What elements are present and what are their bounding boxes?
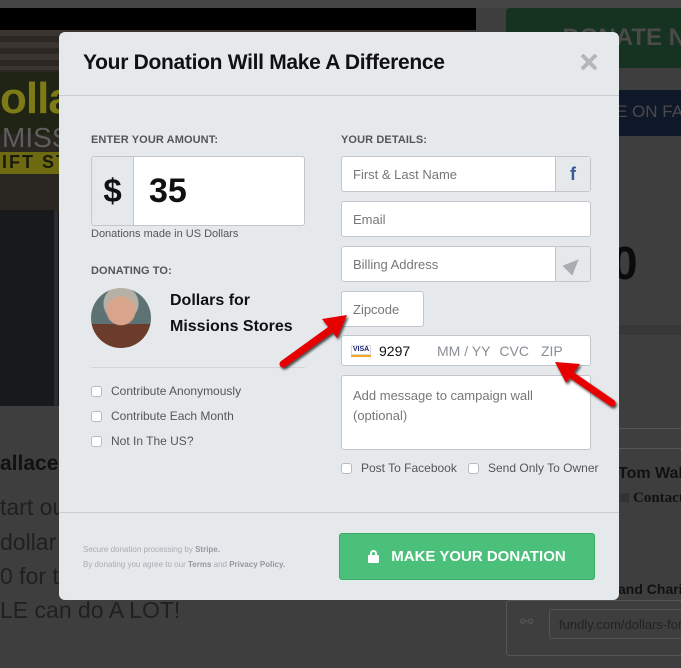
option-label: Contribute Anonymously [111, 384, 242, 398]
card-expiry-input[interactable]: MM / YY [437, 343, 490, 359]
location-arrow-icon [562, 254, 584, 276]
legal-line-1: Secure donation processing by Stripe. [83, 542, 285, 557]
option-label: Send Only To Owner [488, 461, 599, 475]
contribute-monthly-option[interactable]: Contribute Each Month [91, 409, 234, 423]
amount-input[interactable] [134, 157, 304, 225]
facebook-connect-button[interactable]: f [555, 157, 590, 191]
close-icon[interactable] [579, 52, 599, 72]
facebook-icon: f [570, 163, 576, 184]
legal-text: Secure donation processing by [83, 545, 196, 554]
legal-text: and [211, 560, 230, 569]
divider [91, 367, 305, 368]
card-cvc-input[interactable]: CVC [499, 343, 529, 359]
terms-link[interactable]: Terms [188, 560, 211, 569]
share-url-field: fundly.com/dollars-for- [549, 609, 681, 639]
donation-modal: Your Donation Will Make A Difference ENT… [59, 32, 619, 600]
your-details-label: YOUR DETAILS: [341, 134, 428, 146]
card-number-value[interactable]: 9297 [379, 343, 437, 359]
not-in-us-option[interactable]: Not In The US? [91, 434, 194, 448]
contribute-anonymously-checkbox[interactable] [91, 385, 102, 397]
post-to-facebook-checkbox[interactable] [341, 462, 352, 474]
campaign-description-line: LE can do A LOT! [0, 597, 181, 623]
campaign-description-line: dollar [0, 529, 57, 555]
make-donation-label: MAKE YOUR DONATION [391, 548, 566, 565]
lock-icon [368, 550, 380, 563]
page-top-bar [0, 0, 681, 8]
zipcode-field-group [341, 291, 424, 327]
legal-notice: Secure donation processing by Stripe. By… [83, 542, 285, 572]
contact-link: Contact [620, 490, 681, 507]
send-only-to-owner-checkbox[interactable] [468, 462, 479, 474]
divider [59, 512, 619, 513]
stripe-link[interactable]: Stripe. [195, 545, 220, 554]
campaign-title: allace [0, 452, 59, 475]
campaign-description-line: tart ou [0, 494, 66, 520]
legal-line-2: By donating you agree to our Terms and P… [83, 557, 285, 572]
card-zip-input[interactable]: ZIP [541, 343, 563, 359]
locate-me-button[interactable] [555, 247, 590, 281]
amount-label: ENTER YOUR AMOUNT: [91, 134, 219, 146]
legal-text: By donating you agree to our [83, 560, 188, 569]
billing-address-input[interactable] [342, 247, 556, 281]
donating-to-label: DONATING TO: [91, 265, 172, 277]
recipient-name: Dollars for Missions Stores [170, 292, 293, 335]
option-label: Contribute Each Month [111, 409, 234, 423]
email-input[interactable] [342, 202, 590, 236]
option-label: Not In The US? [111, 434, 194, 448]
dollar-sign-icon: $ [92, 157, 134, 225]
message-field-group [341, 375, 591, 450]
recipient-avatar [91, 288, 151, 348]
link-icon: ⚯ [520, 612, 534, 631]
campaign-wall-message-input[interactable] [342, 376, 590, 449]
privacy-policy-link[interactable]: Privacy Policy. [229, 560, 285, 569]
name-field-group: f [341, 156, 591, 192]
address-field-group [341, 246, 591, 282]
modal-title: Your Donation Will Make A Difference [83, 51, 445, 74]
send-only-to-owner-option[interactable]: Send Only To Owner [468, 461, 599, 475]
name-input[interactable] [342, 157, 556, 191]
zipcode-input[interactable] [342, 292, 423, 326]
charity-label: and Chari [618, 581, 681, 597]
post-to-facebook-option[interactable]: Post To Facebook [341, 461, 457, 475]
card-input[interactable]: VISA 9297 MM / YY CVC ZIP [341, 335, 591, 366]
currency-note: Donations made in US Dollars [91, 228, 239, 240]
envelope-icon [620, 493, 629, 502]
visa-card-icon: VISA [351, 344, 371, 357]
campaign-owner-name: Tom Walla [618, 465, 681, 482]
modal-header: Your Donation Will Make A Difference [59, 32, 619, 96]
amount-input-group: $ [91, 156, 305, 226]
email-field-group [341, 201, 591, 237]
contribute-anonymously-option[interactable]: Contribute Anonymously [91, 384, 241, 398]
make-donation-button[interactable]: MAKE YOUR DONATION [339, 533, 595, 580]
contact-label: Contact [633, 490, 681, 506]
contribute-monthly-checkbox[interactable] [91, 410, 102, 422]
not-in-us-checkbox[interactable] [91, 435, 102, 447]
option-label: Post To Facebook [361, 461, 457, 475]
